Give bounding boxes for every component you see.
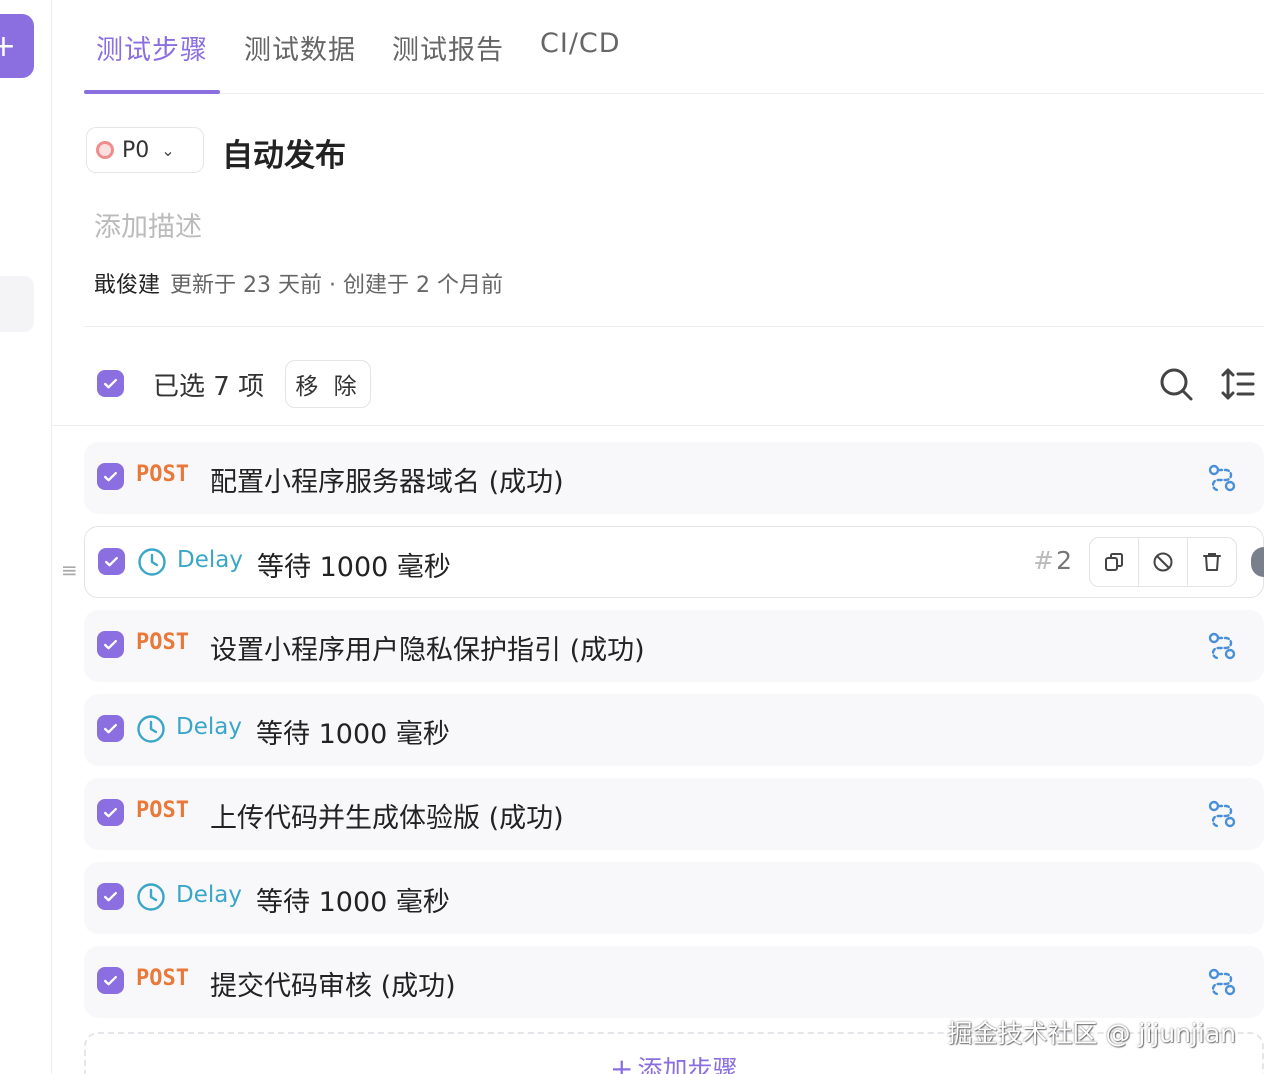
drag-handle-icon[interactable]: ≡ — [61, 558, 78, 582]
priority-dot-icon — [96, 141, 114, 159]
check-icon — [104, 639, 117, 650]
add-step-label[interactable]: + 添加步骤 — [610, 1050, 737, 1074]
rail-add-button[interactable]: + — [0, 14, 34, 78]
method-badge: POST — [136, 630, 189, 655]
check-icon — [104, 378, 117, 389]
delete-button[interactable] — [1188, 538, 1236, 586]
method-badge: POST — [136, 966, 189, 991]
active-tab-indicator — [84, 90, 220, 94]
delay-label: Delay — [177, 547, 243, 573]
step-checkbox[interactable] — [97, 799, 124, 826]
check-icon — [104, 471, 117, 482]
case-title[interactable]: 自动发布 — [222, 130, 346, 175]
status-dot — [1251, 547, 1264, 577]
select-all-checkbox[interactable] — [97, 370, 124, 397]
clock-icon — [137, 715, 165, 743]
step-actions — [1089, 537, 1237, 587]
check-icon — [104, 891, 117, 902]
step-checkbox[interactable] — [97, 715, 124, 742]
step-row[interactable]: POST 设置小程序用户隐私保护指引 (成功) — [84, 610, 1264, 682]
divider — [84, 326, 1264, 327]
tab-test-report[interactable]: 测试报告 — [392, 28, 504, 67]
delay-label: Delay — [176, 882, 242, 908]
check-icon — [104, 723, 117, 734]
add-step-text: 添加步骤 — [637, 1055, 738, 1074]
sort-icon[interactable] — [1218, 364, 1258, 404]
step-checkbox[interactable] — [97, 883, 124, 910]
meta-text: 更新于 23 天前 · 创建于 2 个月前 — [170, 273, 503, 298]
selection-bar: 已选 7 项 移 除 — [52, 340, 1264, 426]
step-row[interactable]: Delay 等待 1000 毫秒 — [84, 862, 1264, 934]
step-number-value: 2 — [1056, 546, 1072, 575]
tab-test-steps[interactable]: 测试步骤 — [96, 28, 208, 67]
step-title: 等待 1000 毫秒 — [256, 719, 450, 750]
copy-icon — [1105, 553, 1123, 571]
priority-value: P0 — [122, 137, 150, 163]
step-row[interactable]: POST 上传代码并生成体验版 (成功) — [84, 778, 1264, 850]
step-number: #2 — [1033, 546, 1072, 575]
left-rail: + — [0, 0, 52, 1074]
delay-label: Delay — [176, 714, 242, 740]
check-icon — [105, 556, 118, 567]
description-input[interactable]: 添加描述 — [94, 205, 202, 244]
remove-button[interactable]: 移 除 — [285, 360, 371, 408]
priority-select[interactable]: P0 ⌄ — [86, 127, 204, 173]
route-icon[interactable] — [1206, 798, 1238, 830]
step-row[interactable]: POST 配置小程序服务器域名 (成功) — [84, 442, 1264, 514]
step-title: 等待 1000 毫秒 — [256, 887, 450, 918]
check-icon — [104, 807, 117, 818]
tab-test-data[interactable]: 测试数据 — [244, 28, 356, 67]
copy-button[interactable] — [1090, 538, 1139, 586]
method-badge: POST — [136, 462, 189, 487]
step-row[interactable]: Delay 等待 1000 毫秒 — [84, 694, 1264, 766]
clock-icon — [138, 548, 166, 576]
watermark: 掘金技术社区 @ jijunjian — [947, 1019, 1236, 1048]
step-checkbox[interactable] — [97, 967, 124, 994]
step-title: 上传代码并生成体验版 (成功) — [210, 803, 564, 834]
plus-icon: + — [0, 28, 16, 64]
case-meta: 戢俊建 更新于 23 天前 · 创建于 2 个月前 — [94, 267, 503, 299]
clock-icon — [137, 883, 165, 911]
trash-icon — [1203, 553, 1221, 571]
plus-icon: + — [610, 1052, 634, 1074]
step-title: 等待 1000 毫秒 — [257, 552, 451, 583]
step-checkbox[interactable] — [97, 631, 124, 658]
chevron-down-icon: ⌄ — [161, 140, 175, 160]
main-panel: 测试步骤 测试数据 测试报告 CI/CD P0 ⌄ 自动发布 添加描述 戢俊建更… — [52, 0, 1264, 1074]
method-badge: POST — [136, 798, 189, 823]
route-icon[interactable] — [1206, 966, 1238, 998]
step-title: 设置小程序用户隐私保护指引 (成功) — [210, 635, 645, 666]
rail-item[interactable] — [0, 276, 34, 332]
check-icon — [104, 975, 117, 986]
step-checkbox[interactable] — [97, 463, 124, 490]
search-icon[interactable] — [1156, 364, 1196, 404]
step-title: 提交代码审核 (成功) — [210, 971, 456, 1002]
tab-bar: 测试步骤 测试数据 测试报告 CI/CD — [84, 0, 1264, 94]
route-icon[interactable] — [1206, 630, 1238, 662]
step-checkbox[interactable] — [98, 548, 125, 575]
step-row[interactable]: POST 提交代码审核 (成功) — [84, 946, 1264, 1018]
selection-count: 已选 7 项 — [153, 372, 265, 402]
disable-button[interactable] — [1139, 538, 1188, 586]
author-name: 戢俊建 — [94, 273, 161, 298]
route-icon[interactable] — [1206, 462, 1238, 494]
hash-icon: # — [1033, 546, 1055, 575]
step-row[interactable]: Delay 等待 1000 毫秒 #2 — [84, 526, 1264, 598]
tab-cicd[interactable]: CI/CD — [540, 28, 621, 59]
step-title: 配置小程序服务器域名 (成功) — [210, 467, 564, 498]
ban-icon — [1153, 552, 1173, 572]
